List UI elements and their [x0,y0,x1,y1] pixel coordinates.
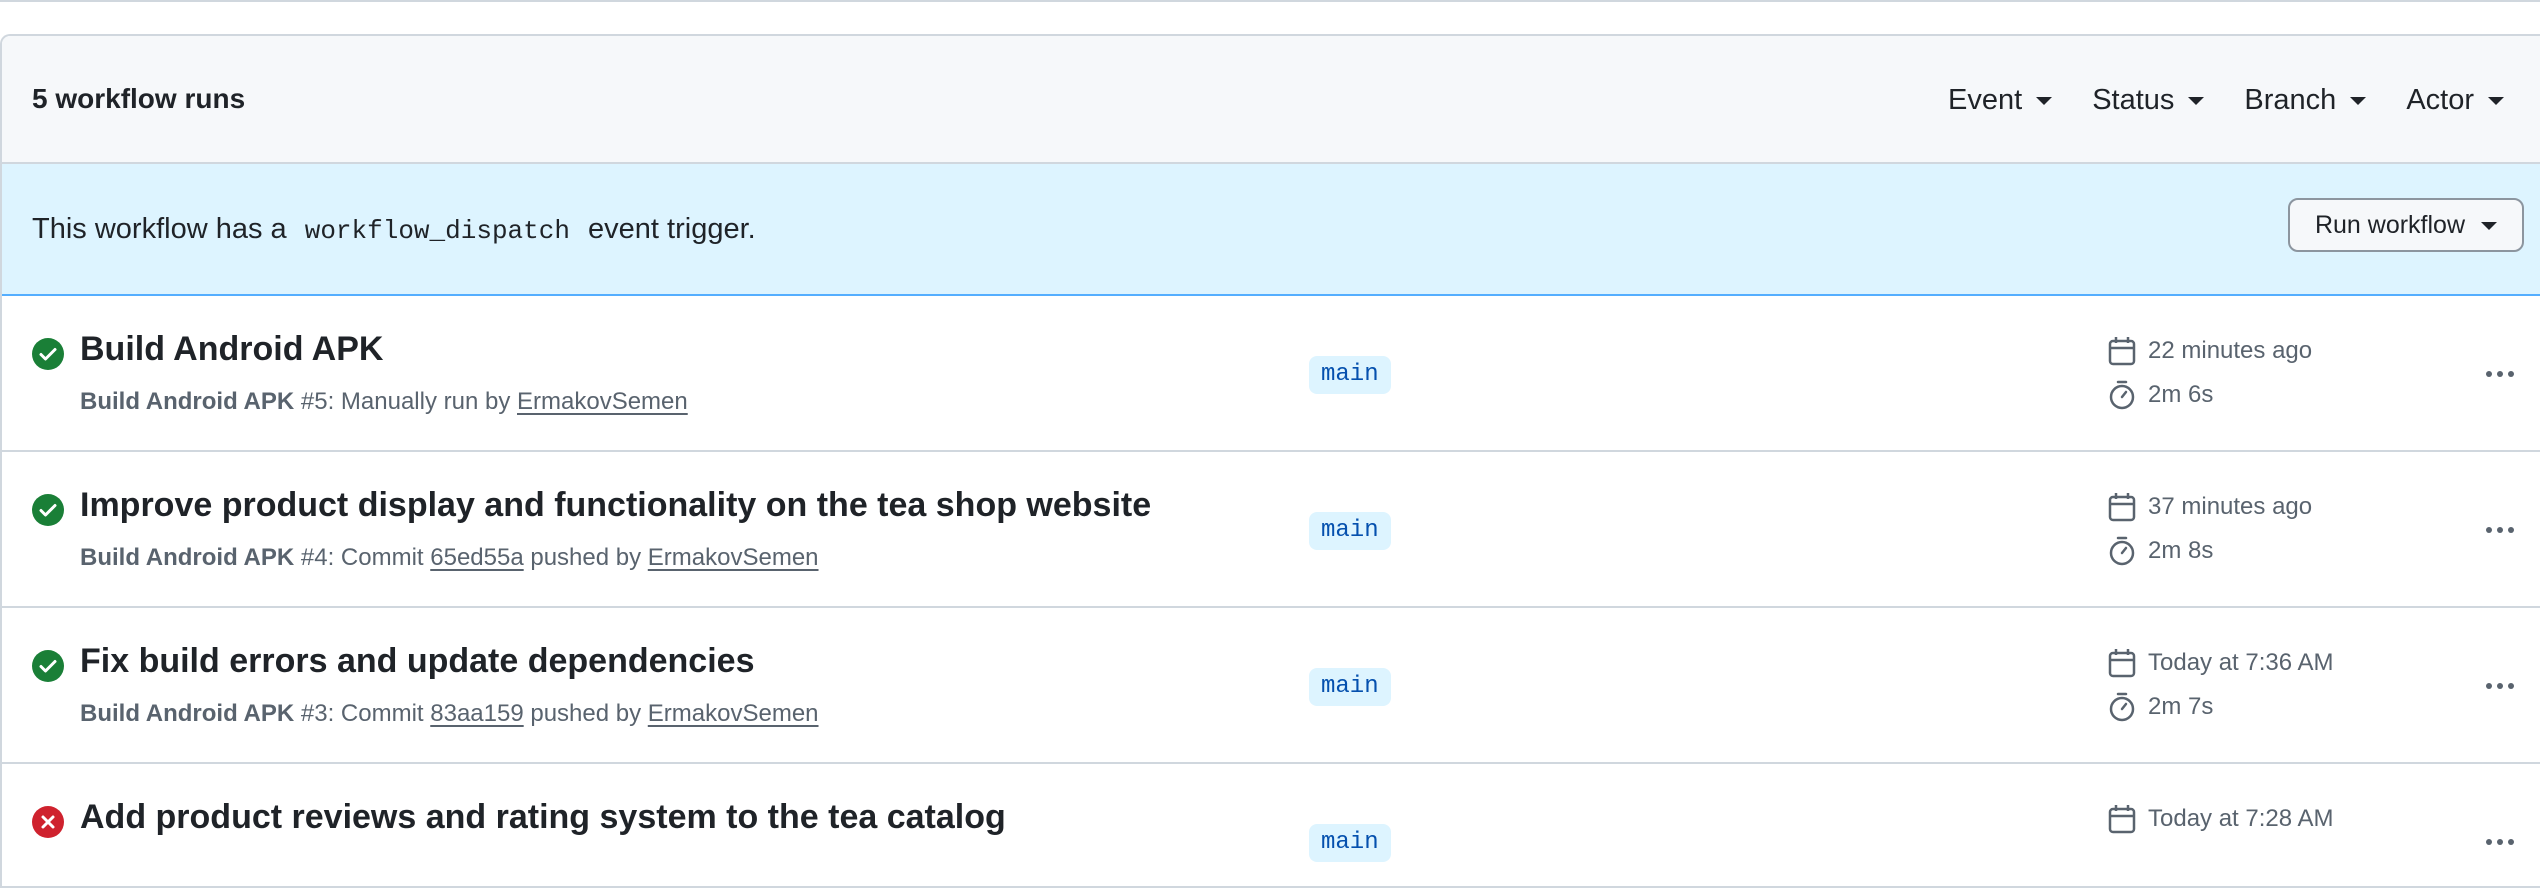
more-options-icon[interactable] [2482,356,2518,392]
actor-link[interactable]: ErmakovSemen [648,544,819,571]
workflow-run-row[interactable]: Add product reviews and rating system to… [2,764,2540,886]
actor-link[interactable]: ErmakovSemen [517,388,688,415]
workflow-run-row[interactable]: Improve product display and functionalit… [2,452,2540,608]
run-duration-value: 2m 6s [2148,381,2214,408]
dispatch-message: This workflow has a workflow_dispatch ev… [32,213,756,246]
run-time: Today at 7:28 AM [2148,805,2334,832]
run-workflow-label: Run workflow [2314,210,2466,239]
run-duration: 2m 8s [2108,536,2213,566]
run-time: 22 minutes ago [2148,337,2313,364]
branch-filter-label: Branch [2244,83,2337,116]
dispatch-code: workflow_dispatch [304,215,570,246]
run-duration-value: 2m 7s [2148,693,2214,720]
success-check-icon [32,494,64,526]
stopwatch-icon [2109,380,2135,410]
run-duration-value: 2m 8s [2148,537,2214,564]
run-date: 37 minutes ago [2108,492,2312,522]
run-meta: Build Android APK #4: Commit 65ed55a pus… [80,544,819,572]
trigger-text: : Commit [327,700,431,727]
run-duration: 2m 6s [2108,380,2213,410]
run-number: #5 [300,388,328,415]
run-time: Today at 7:36 AM [2148,649,2334,676]
calendar-icon [2108,805,2136,834]
run-number: #3 [300,700,328,727]
more-options-icon[interactable] [2482,824,2518,860]
runs-count: 5 workflow runs [32,83,246,114]
commit-link[interactable]: 65ed55a [430,544,523,571]
top-divider [0,0,2540,2]
run-meta: Build Android APK #5: Manually run by Er… [80,388,688,416]
workflow-name: Build Android APK [80,700,295,727]
workflow-name: Build Android APK [80,544,295,571]
chevron-down-icon [2036,97,2053,105]
filter-bar: Event Status Branch Actor [1908,36,2504,164]
run-meta: Build Android APK #3: Commit 83aa159 pus… [80,700,819,728]
pushed-by-text: pushed by [523,544,648,571]
run-title[interactable]: Fix build errors and update dependencies [80,642,754,681]
event-filter[interactable]: Event [1948,83,2053,117]
chevron-down-icon [2350,97,2367,105]
run-time: 37 minutes ago [2148,493,2313,520]
dispatch-prefix: This workflow has a [32,212,287,245]
runs-header: 5 workflow runs Event Status Branch Acto… [2,36,2540,164]
run-date: Today at 7:36 AM [2108,648,2333,678]
run-title[interactable]: Improve product display and functionalit… [80,486,1151,525]
run-duration: 2m 7s [2108,692,2213,722]
more-options-icon[interactable] [2482,668,2518,704]
chevron-down-icon [2188,97,2205,105]
more-options-icon[interactable] [2482,512,2518,548]
actor-filter-label: Actor [2406,83,2474,116]
status-filter[interactable]: Status [2092,83,2205,117]
branch-badge[interactable]: main [1309,356,1391,394]
branch-badge[interactable]: main [1309,824,1391,862]
trigger-text: : Commit [327,544,431,571]
success-check-icon [32,650,64,682]
pushed-by-text: pushed by [523,700,648,727]
status-filter-label: Status [2092,83,2175,116]
run-workflow-button[interactable]: Run workflow [2288,198,2524,252]
actor-filter[interactable]: Actor [2406,84,2504,117]
workflow-runs-panel: 5 workflow runs Event Status Branch Acto… [0,34,2540,888]
chevron-down-icon [2488,97,2504,105]
dispatch-banner: This workflow has a workflow_dispatch ev… [2,164,2540,296]
run-date: 22 minutes ago [2108,336,2312,366]
workflow-name: Build Android APK [80,388,295,415]
run-title[interactable]: Build Android APK [80,330,383,369]
stopwatch-icon [2109,536,2135,566]
dispatch-suffix: event trigger. [588,212,756,245]
calendar-icon [2108,649,2136,678]
branch-filter[interactable]: Branch [2244,83,2367,117]
calendar-icon [2108,337,2136,366]
run-date: Today at 7:28 AM [2108,804,2333,834]
event-filter-label: Event [1948,83,2023,116]
failure-x-icon [32,806,64,838]
stopwatch-icon [2109,692,2135,722]
calendar-icon [2108,493,2136,522]
workflow-run-row[interactable]: Build Android APK Build Android APK #5: … [2,296,2540,452]
success-check-icon [32,338,64,370]
actor-link[interactable]: ErmakovSemen [648,700,819,727]
branch-badge[interactable]: main [1309,512,1391,550]
commit-link[interactable]: 83aa159 [430,700,523,727]
branch-badge[interactable]: main [1309,668,1391,706]
trigger-text: : Manually run by [327,388,517,415]
chevron-down-icon [2481,222,2498,230]
run-title[interactable]: Add product reviews and rating system to… [80,798,1006,837]
workflow-run-row[interactable]: Fix build errors and update dependencies… [2,608,2540,764]
run-number: #4 [300,544,328,571]
